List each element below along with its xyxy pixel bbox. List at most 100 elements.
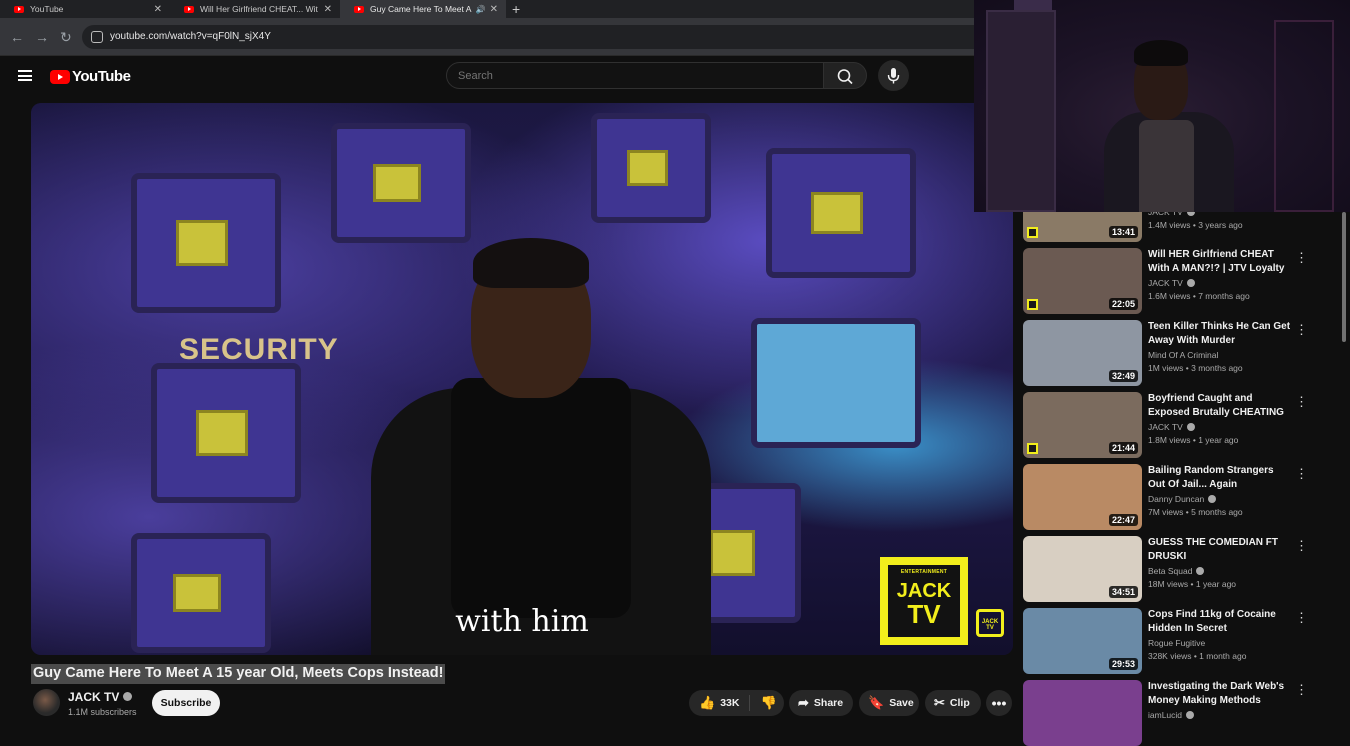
speaker-icon[interactable]: 🔊 [476,5,486,14]
like-button[interactable]: 👍 33K [689,695,751,711]
video-title[interactable]: Teen Killer Thinks He Can Get Away With … [1148,320,1293,348]
close-tab-icon[interactable]: ✕ [324,4,332,15]
video-meta: Boyfriend Caught and Exposed Brutally CH… [1148,392,1293,445]
close-tab-icon[interactable]: ✕ [490,4,498,15]
voice-search-button[interactable] [878,60,909,91]
video-duration: 29:53 [1108,658,1138,670]
browser-tab-youtube[interactable]: YouTube ✕ [0,0,170,18]
recommended-video[interactable]: 22:05 Will HER Girlfriend CHEAT With A MA… [1023,248,1328,314]
recommended-video[interactable]: 22:47 Bailing Random Strangers Out Of Jai… [1023,464,1328,530]
reload-icon[interactable]: ↻ [60,29,72,46]
clip-button[interactable]: ✂ Clip [925,690,981,716]
channel-name[interactable]: Rogue Fugitive [1148,638,1205,648]
video-meta: Investigating the Dark Web's Money Makin… [1148,680,1293,720]
youtube-favicon-icon [14,5,24,13]
video-thumbnail[interactable]: 34:51 [1023,536,1142,602]
tv-screen [151,363,301,503]
video-stats: 1.6M views • 7 months ago [1148,291,1250,301]
subscribe-button[interactable]: Subscribe [152,690,220,716]
close-tab-icon[interactable]: ✕ [154,4,162,15]
video-thumbnail[interactable]: 29:53 [1023,608,1142,674]
more-options-icon[interactable]: ⋮ [1295,394,1308,410]
logo-top-text: ENTERTAINMENT [900,569,948,575]
watermark-text: JACK TV [981,619,999,631]
webcam-overlay [974,0,1350,212]
browser-tab-current[interactable]: Guy Came Here To Meet A 🔊 ✕ [340,0,506,18]
sidebar-scrollbar[interactable] [1342,212,1346,342]
recommended-video[interactable]: 32:49 Teen Killer Thinks He Can Get Away … [1023,320,1328,386]
clip-label: Clip [949,697,970,709]
thumbs-up-icon: 👍 [699,695,716,710]
back-arrow-icon[interactable]: ← [10,29,24,45]
dislike-button[interactable]: 👎 [750,695,786,711]
video-stats: 7M views • 5 months ago [1148,507,1243,517]
video-player[interactable]: SECURITY with him ENTERTAINMENT JACK TV … [31,103,1013,655]
video-title[interactable]: Investigating the Dark Web's Money Makin… [1148,680,1293,708]
video-title[interactable]: GUESS THE COMEDIAN FT DRUSKI [1148,536,1293,564]
new-tab-icon[interactable]: + [512,1,520,17]
more-options-icon[interactable]: ⋮ [1295,466,1308,482]
channel-avatar[interactable] [33,689,60,716]
recommended-video[interactable]: 29:53 Cops Find 11kg of Cocaine Hidden In… [1023,608,1328,674]
logo-line2: TV [907,599,941,629]
more-actions-button[interactable]: ••• [986,690,1012,716]
more-options-icon[interactable]: ⋮ [1295,538,1308,554]
verified-icon [1208,495,1217,503]
menu-icon[interactable] [18,70,32,81]
forward-arrow-icon[interactable]: → [35,29,49,45]
channel-name[interactable]: Mind Of A Criminal [1148,350,1218,360]
channel-name[interactable]: Beta Squad [1148,566,1192,576]
video-duration: 32:49 [1108,370,1138,382]
channel-name[interactable]: Danny Duncan [1148,494,1204,504]
youtube-logo[interactable]: YouTube [50,68,131,85]
tv-screen [751,318,921,448]
bookmark-icon: 🔖 [868,695,885,710]
channel-name[interactable]: JACK TV [1148,422,1183,432]
site-info-icon[interactable] [91,31,103,43]
search-button[interactable] [823,62,867,89]
channel-watermark[interactable]: JACK TV [976,609,1004,637]
channel-name[interactable]: JACK TV [1148,278,1183,288]
video-stats: 1.8M views • 1 year ago [1148,435,1239,445]
video-title[interactable]: Cops Find 11kg of Cocaine Hidden In Secr… [1148,608,1293,636]
save-button[interactable]: 🔖 Save [859,690,919,716]
video-duration: 34:51 [1108,586,1138,598]
channel-row: JACK TV [1148,278,1293,288]
jack-tv-badge-icon [1027,443,1038,454]
video-thumbnail[interactable]: 22:05 [1023,248,1142,314]
channel-row: Beta Squad [1148,566,1293,576]
video-title[interactable]: Boyfriend Caught and Exposed Brutally CH… [1148,392,1293,420]
more-options-icon[interactable]: ⋮ [1295,250,1308,266]
video-duration: 21:44 [1108,442,1138,454]
more-options-icon[interactable]: ⋮ [1295,610,1308,626]
share-button[interactable]: ➦ Share [789,690,853,716]
channel-row: JACK TV [1148,422,1293,432]
microphone-icon [887,68,900,84]
more-options-icon[interactable]: ⋮ [1295,322,1308,338]
video-thumbnail[interactable]: 22:47 [1023,464,1142,530]
youtube-favicon-icon [184,5,194,13]
like-dislike-group: 👍 33K 👎 [689,690,784,716]
tab-title: Guy Came Here To Meet A [370,4,472,14]
more-options-icon[interactable]: ⋮ [1295,682,1308,698]
video-thumbnail[interactable] [1023,680,1142,746]
video-thumbnail[interactable]: 21:44 [1023,392,1142,458]
youtube-favicon-icon [354,5,364,13]
recommended-video[interactable]: Investigating the Dark Web's Money Makin… [1023,680,1328,746]
channel-name[interactable]: JACK TV [68,690,133,704]
tab-title: YouTube [30,4,64,14]
share-icon: ➦ [798,695,809,710]
video-title[interactable]: Will HER Girlfriend CHEAT With A MAN?!? … [1148,248,1293,276]
address-bar[interactable]: youtube.com/watch?v=qF0lN_sjX4Y [82,25,1082,49]
channel-name-text: JACK TV [68,690,120,704]
recommended-video[interactable]: 34:51 GUESS THE COMEDIAN FT DRUSKI Beta Sq… [1023,536,1328,602]
video-thumbnail[interactable]: 32:49 [1023,320,1142,386]
browser-tab-girlfriend[interactable]: Will Her Girlfriend CHEAT... Wit ✕ [170,0,340,18]
search-input[interactable] [446,62,824,89]
jack-tv-badge-icon [1027,227,1038,238]
subscriber-count: 1.1M subscribers [68,707,137,717]
recommended-video[interactable]: 21:44 Boyfriend Caught and Exposed Brutal… [1023,392,1328,458]
tv-screen [591,113,711,223]
video-title[interactable]: Bailing Random Strangers Out Of Jail... … [1148,464,1293,492]
channel-name[interactable]: iamLucid [1148,710,1182,720]
